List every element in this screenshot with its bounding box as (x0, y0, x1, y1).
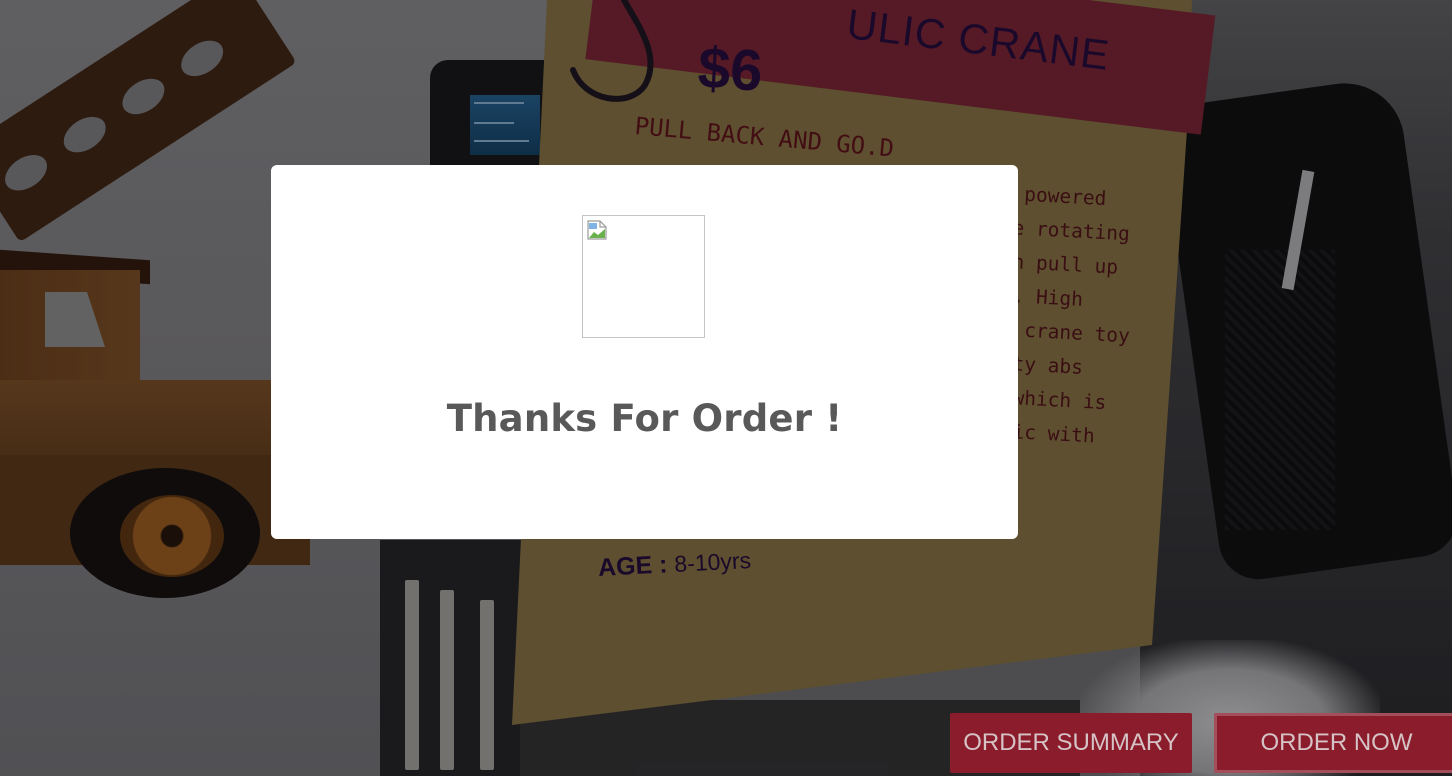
order-summary-button[interactable]: ORDER SUMMARY (950, 713, 1192, 773)
ar-viewport: ULIC CRANE $6 PULL BACK AND GO.D on powe… (0, 0, 1452, 776)
order-confirmation-modal: Thanks For Order ! (271, 165, 1018, 539)
confirmation-image (582, 215, 705, 338)
broken-image-icon (587, 220, 607, 240)
order-now-button[interactable]: ORDER NOW (1214, 713, 1452, 773)
thank-you-message: Thanks For Order ! (446, 397, 843, 440)
